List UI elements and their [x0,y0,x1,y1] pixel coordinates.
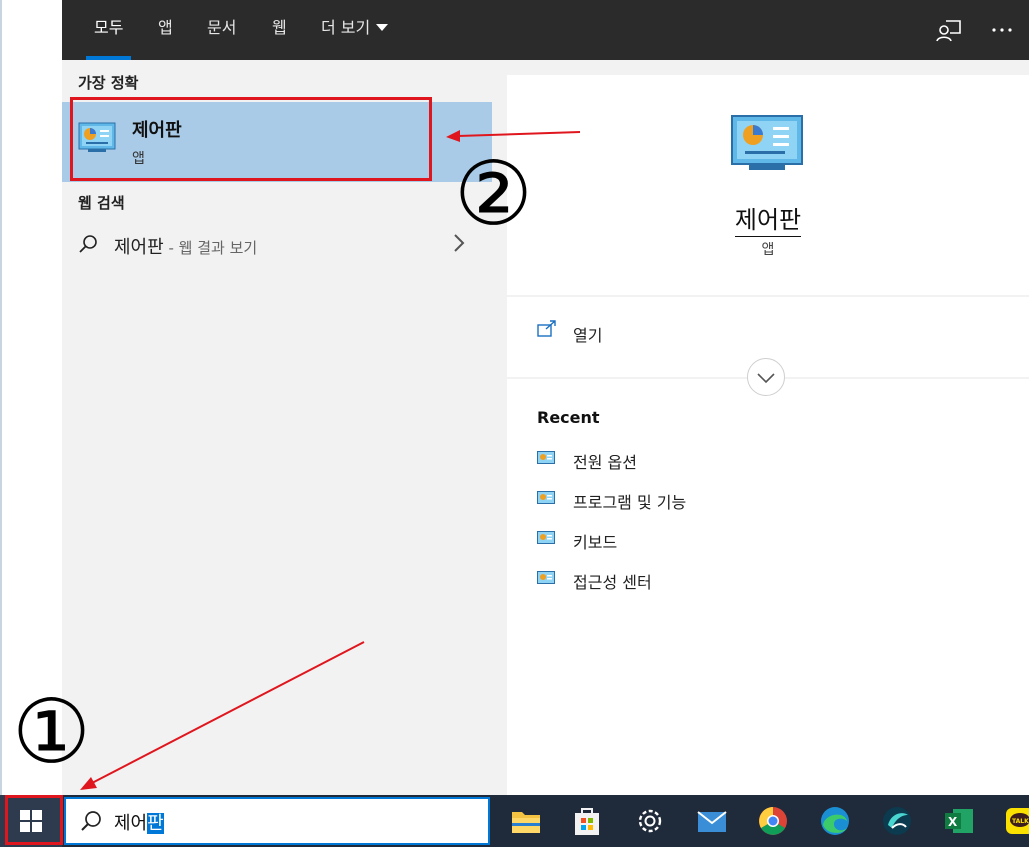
preview-pane: 제어판 앱 열기 Recent 전원 옵션 프로그램 및 기능 키보드 접근성 … [507,75,1029,795]
highlight-box-start [5,795,63,845]
app-swift-icon[interactable] [879,803,915,839]
recent-item-label: 접근성 센터 [573,573,652,592]
divider [507,295,1029,297]
control-panel-small-icon [537,491,555,504]
search-icon [78,234,98,258]
mail-icon[interactable] [694,803,730,839]
web-search-header: 웹 검색 [78,194,125,212]
tab-web[interactable]: 웹 [272,0,287,60]
tab-more-label: 더 보기 [321,18,371,37]
file-explorer-icon[interactable] [508,803,544,839]
kakaotalk-icon[interactable]: TALK [1003,803,1029,839]
preview-title: 제어판 [734,206,802,237]
taskbar-search-input[interactable]: 제어판 [64,797,490,845]
control-panel-small-icon [537,571,555,584]
search-text-selected: 판 [147,813,164,834]
control-panel-small-icon [537,451,555,464]
highlight-box-best-match [70,97,432,181]
annotation-step-1: ① [12,680,91,783]
expand-button[interactable] [747,358,785,396]
tab-all[interactable]: 모두 [85,0,133,60]
recent-item-label: 전원 옵션 [573,453,637,472]
store-icon[interactable] [569,803,605,839]
open-label: 열기 [573,326,603,345]
search-text: 제어 [114,813,148,834]
recent-item-label: 프로그램 및 기능 [573,493,687,512]
preview-subtitle: 앱 [761,242,775,258]
edge-icon[interactable] [817,803,853,839]
svg-text:TALK: TALK [1012,818,1029,825]
svg-text:X: X [948,815,958,829]
web-search-query: 제어판 [114,237,164,258]
desktop-background [0,0,63,795]
web-search-item[interactable]: 제어판 - 웹 결과 보기 [62,224,492,264]
recent-header: Recent [537,408,600,427]
chevron-down-icon [757,373,775,384]
control-panel-small-icon [537,531,555,544]
search-tabs-bar: 모두 앱 문서 웹 더 보기 [62,0,1029,60]
more-options-icon[interactable] [987,15,1017,45]
web-search-hint: - 웹 결과 보기 [163,239,258,257]
tab-documents[interactable]: 문서 [207,0,236,60]
best-match-header: 가장 정확 [78,74,139,92]
recent-item-label: 키보드 [573,533,618,552]
chrome-icon[interactable] [755,803,791,839]
control-panel-large-icon [731,115,803,175]
open-icon [537,320,557,342]
annotation-step-2: ② [454,142,533,245]
caret-down-icon [376,24,389,31]
tab-more[interactable]: 더 보기 [321,0,389,60]
feedback-icon[interactable] [934,15,964,45]
tab-apps[interactable]: 앱 [158,0,173,60]
settings-icon[interactable] [632,803,668,839]
excel-icon[interactable]: X [941,803,977,839]
search-icon [80,810,102,836]
